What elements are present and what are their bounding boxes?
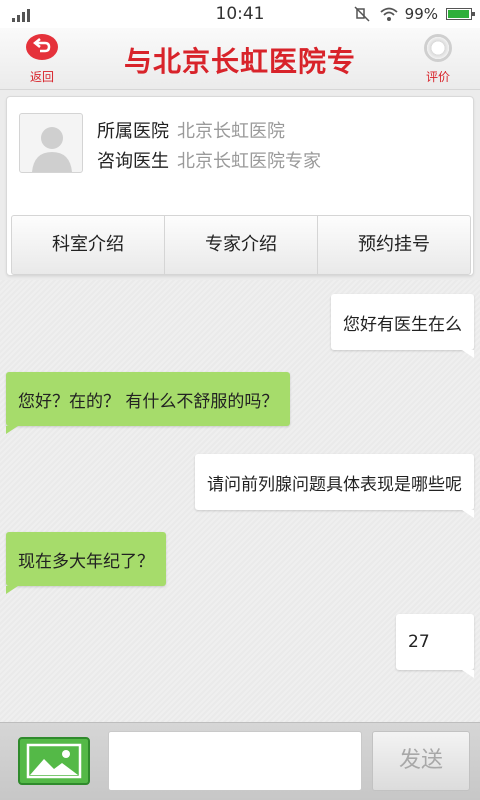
image-icon: [26, 743, 82, 779]
page-title: 与北京长虹医院专: [123, 45, 356, 78]
send-button[interactable]: 发送: [372, 731, 470, 791]
battery-percent: 99%: [404, 5, 438, 23]
person-icon: [32, 127, 72, 172]
back-button[interactable]: 返回: [14, 34, 70, 86]
chat-message-user: 您好有医生在么: [331, 294, 474, 358]
rate-button[interactable]: 评价: [410, 34, 466, 86]
rate-icon: [424, 34, 452, 62]
chat-area[interactable]: 您好有医生在么 您好？在的？ 有什么不舒服的吗？ 请问前列腺问题具体表现是哪些呢…: [0, 280, 480, 722]
card-tabs: 科室介绍 专家介绍 预约挂号: [11, 215, 471, 275]
hospital-row: 所属医院 北京长虹医院: [97, 117, 285, 143]
message-input[interactable]: [108, 731, 362, 791]
back-label: 返回: [29, 70, 54, 84]
mute-icon: [353, 6, 371, 22]
send-image-button[interactable]: [18, 737, 90, 785]
tab-appointment[interactable]: 预约挂号: [318, 216, 470, 274]
hospital-value: 北京长虹医院: [177, 121, 285, 142]
chat-message-doctor: 您好？在的？ 有什么不舒服的吗？: [6, 372, 291, 434]
doctor-row: 咨询医生 北京长虹医院专家: [97, 147, 321, 173]
avatar: [19, 113, 83, 173]
input-bar: 发送: [0, 722, 480, 800]
status-bar: 10:41 99%: [0, 0, 480, 28]
doctor-label: 咨询医生: [97, 151, 169, 172]
battery-icon: [446, 8, 475, 20]
wifi-icon: [379, 6, 398, 22]
back-icon: [26, 34, 58, 60]
doctor-info-card: 所属医院 北京长虹医院 咨询医生 北京长虹医院专家 科室介绍 专家介绍 预约挂号: [6, 96, 474, 276]
chat-message-doctor: 现在多大年纪了？: [6, 532, 166, 594]
tab-expert-intro[interactable]: 专家介绍: [165, 216, 318, 274]
tab-department-intro[interactable]: 科室介绍: [12, 216, 165, 274]
chat-message-user: 请问前列腺问题具体表现是哪些呢: [195, 454, 474, 518]
doctor-value: 北京长虹医院专家: [177, 151, 321, 172]
chat-message-user: 27: [396, 614, 474, 678]
rate-label: 评价: [425, 70, 450, 84]
hospital-label: 所属医院: [97, 121, 169, 142]
title-bar: 返回 与北京长虹医院专 评价: [0, 28, 480, 90]
